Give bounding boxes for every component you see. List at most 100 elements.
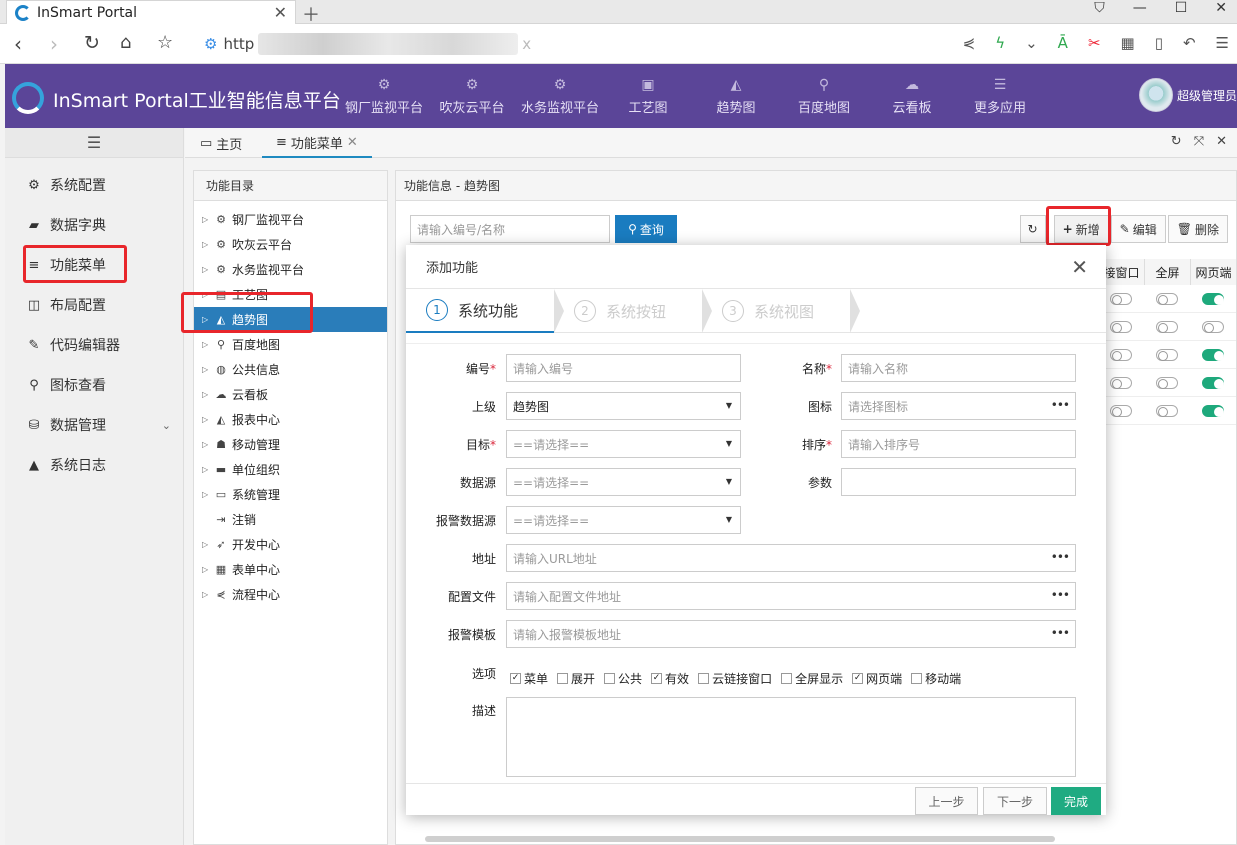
topnav-item-more[interactable]: ☰ 更多应用 bbox=[956, 64, 1044, 128]
forward-icon[interactable]: › bbox=[50, 32, 58, 56]
toggle-switch[interactable] bbox=[1110, 348, 1132, 361]
apps-icon[interactable]: ▦ bbox=[1121, 34, 1135, 52]
tree-item-map[interactable]: ▷ ⚲ 百度地图 bbox=[194, 332, 387, 357]
menu-icon[interactable]: ☰ bbox=[1216, 34, 1229, 52]
tree-item-trend[interactable]: ▷ ◭ 趋势图 bbox=[194, 307, 387, 332]
option-checkbox[interactable]: 公共 bbox=[604, 670, 642, 687]
tree-item-water[interactable]: ▷ ⚙ 水务监视平台 bbox=[194, 257, 387, 282]
search-input[interactable]: 请输入编号/名称 bbox=[410, 215, 610, 243]
scissors-icon[interactable]: ✂ bbox=[1088, 34, 1101, 52]
done-button[interactable]: 完成 bbox=[1051, 787, 1101, 815]
toggle-switch[interactable] bbox=[1202, 292, 1224, 305]
fullscreen-icon[interactable]: ⤧ bbox=[1194, 134, 1204, 149]
sidebar-item-data-dict[interactable]: ▰ 数据字典 bbox=[5, 205, 183, 245]
tree-item-sysmgmt[interactable]: ▷ ▭ 系统管理 bbox=[194, 482, 387, 507]
option-checkbox[interactable]: 全屏显示 bbox=[781, 670, 843, 687]
prev-step-button[interactable]: 上一步 bbox=[915, 787, 978, 815]
tab-function-menu[interactable]: ≡ 功能菜单 ✕ bbox=[262, 128, 372, 158]
target-select[interactable]: ==请选择== ▼ bbox=[506, 430, 741, 458]
sidebar-item-function-menu[interactable]: ≡ 功能菜单 bbox=[5, 245, 183, 285]
ellipsis-icon[interactable]: ••• bbox=[1051, 626, 1070, 640]
option-checkbox[interactable]: ✓ 有效 bbox=[651, 670, 689, 687]
toggle-switch[interactable] bbox=[1202, 320, 1224, 333]
parent-select[interactable]: 趋势图 ▼ bbox=[506, 392, 741, 420]
step-system-buttons[interactable]: 2 系统按钮 bbox=[554, 289, 712, 333]
edit-button[interactable]: ✎ 编辑 bbox=[1110, 215, 1166, 243]
topnav-item-trend[interactable]: ◭ 趋势图 bbox=[692, 64, 780, 128]
datasource-select[interactable]: ==请选择== ▼ bbox=[506, 468, 741, 496]
tree-item-report[interactable]: ▷ ◭ 报表中心 bbox=[194, 407, 387, 432]
option-checkbox[interactable]: ✓ 网页端 bbox=[852, 670, 902, 687]
star-icon[interactable]: ☆ bbox=[157, 32, 173, 53]
close-icon[interactable]: ✕ bbox=[1216, 134, 1227, 149]
close-icon[interactable]: ✕ bbox=[347, 135, 358, 150]
refresh-icon[interactable]: ↻ bbox=[1171, 134, 1182, 149]
option-checkbox[interactable]: 展开 bbox=[557, 670, 595, 687]
next-step-button[interactable]: 下一步 bbox=[983, 787, 1047, 815]
topnav-item-map[interactable]: ⚲ 百度地图 bbox=[780, 64, 868, 128]
sidebar-item-system-log[interactable]: ▲ 系统日志 bbox=[5, 445, 183, 485]
code-input[interactable]: 请输入编号 bbox=[506, 354, 741, 382]
param-input[interactable] bbox=[841, 468, 1076, 496]
toggle-switch[interactable] bbox=[1110, 376, 1132, 389]
toggle-switch[interactable] bbox=[1156, 404, 1178, 417]
home-icon[interactable]: ⌂ bbox=[120, 32, 131, 53]
tree-item-flow[interactable]: ▷ ⋞ 流程中心 bbox=[194, 582, 387, 607]
ellipsis-icon[interactable]: ••• bbox=[1051, 550, 1070, 564]
option-checkbox[interactable]: ✓ 菜单 bbox=[510, 670, 548, 687]
step-system-function[interactable]: 1 系统功能 bbox=[406, 289, 564, 333]
horizontal-scrollbar[interactable] bbox=[425, 836, 1055, 842]
refresh-button[interactable]: ↻ bbox=[1019, 215, 1046, 243]
sidebar-item-data-mgmt[interactable]: ⛁ 数据管理 ⌄ bbox=[5, 405, 183, 445]
tree-item-sootblow[interactable]: ▷ ⚙ 吹灰云平台 bbox=[194, 232, 387, 257]
toggle-switch[interactable] bbox=[1156, 292, 1178, 305]
close-tab-icon[interactable]: ✕ bbox=[274, 3, 287, 22]
topnav-item-water[interactable]: ⚙ 水务监视平台 bbox=[516, 64, 604, 128]
sidebar-item-layout[interactable]: ◫ 布局配置 bbox=[5, 285, 183, 325]
tree-item-org[interactable]: ▷ ▬ 单位组织 bbox=[194, 457, 387, 482]
url-field[interactable]: ⚙ http x bbox=[196, 31, 1000, 57]
icon-picker[interactable]: 请选择图标 ••• bbox=[841, 392, 1076, 420]
shirt-icon[interactable]: ⛉ bbox=[1094, 0, 1105, 16]
toggle-switch[interactable] bbox=[1110, 292, 1132, 305]
toggle-switch[interactable] bbox=[1110, 404, 1132, 417]
sort-input[interactable]: 请输入排序号 bbox=[841, 430, 1076, 458]
sidebar-item-system-config[interactable]: ⚙ 系统配置 bbox=[5, 165, 183, 205]
option-checkbox[interactable]: 云链接窗口 bbox=[698, 670, 772, 687]
undo-icon[interactable]: ↶ bbox=[1183, 34, 1196, 52]
url-input[interactable]: 请输入URL地址 ••• bbox=[506, 544, 1076, 572]
topnav-item-sootblow[interactable]: ⚙ 吹灰云平台 bbox=[428, 64, 516, 128]
maximize-icon[interactable]: ☐ bbox=[1175, 0, 1188, 16]
tree-item-form[interactable]: ▷ ▦ 表单中心 bbox=[194, 557, 387, 582]
toggle-switch[interactable] bbox=[1156, 376, 1178, 389]
chevron-down-icon[interactable]: ⌄ bbox=[1025, 34, 1038, 52]
topnav-item-cloud[interactable]: ☁ 云看板 bbox=[868, 64, 956, 128]
description-textarea[interactable] bbox=[506, 697, 1076, 777]
sidebar-item-icons[interactable]: ⚲ 图标查看 bbox=[5, 365, 183, 405]
add-button[interactable]: + 新增 bbox=[1053, 215, 1109, 243]
tree-item-steel[interactable]: ▷ ⚙ 钢厂监视平台 bbox=[194, 207, 387, 232]
ellipsis-icon[interactable]: ••• bbox=[1051, 398, 1070, 412]
user-menu[interactable]: 超级管理员 bbox=[1138, 78, 1237, 112]
share-icon[interactable]: ⋞ bbox=[963, 34, 976, 52]
toggle-switch[interactable] bbox=[1202, 404, 1224, 417]
tablet-icon[interactable]: ▯ bbox=[1155, 34, 1163, 52]
config-file-input[interactable]: 请输入配置文件地址 ••• bbox=[506, 582, 1076, 610]
alarm-datasource-select[interactable]: ==请选择== ▼ bbox=[506, 506, 741, 534]
back-icon[interactable]: ‹ bbox=[14, 32, 22, 56]
tree-item-cloud[interactable]: ▷ ☁ 云看板 bbox=[194, 382, 387, 407]
sidebar-item-code-editor[interactable]: ✎ 代码编辑器 bbox=[5, 325, 183, 365]
alarm-template-input[interactable]: 请输入报警模板地址 ••• bbox=[506, 620, 1076, 648]
name-input[interactable]: 请输入名称 bbox=[841, 354, 1076, 382]
toggle-switch[interactable] bbox=[1202, 376, 1224, 389]
toggle-switch[interactable] bbox=[1202, 348, 1224, 361]
delete-button[interactable]: 🗑 删除 bbox=[1167, 215, 1228, 243]
sidebar-toggle[interactable]: ☰ bbox=[5, 128, 183, 158]
tree-item-logout[interactable]: ⇥ 注销 bbox=[194, 507, 387, 532]
close-window-icon[interactable]: ✕ bbox=[1215, 0, 1227, 16]
option-checkbox[interactable]: 移动端 bbox=[911, 670, 961, 687]
tree-item-dev[interactable]: ▷ ➶ 开发中心 bbox=[194, 532, 387, 557]
tab-home[interactable]: ▭ 主页 bbox=[200, 128, 242, 158]
ellipsis-icon[interactable]: ••• bbox=[1051, 588, 1070, 602]
tree-item-public[interactable]: ▷ ◍ 公共信息 bbox=[194, 357, 387, 382]
